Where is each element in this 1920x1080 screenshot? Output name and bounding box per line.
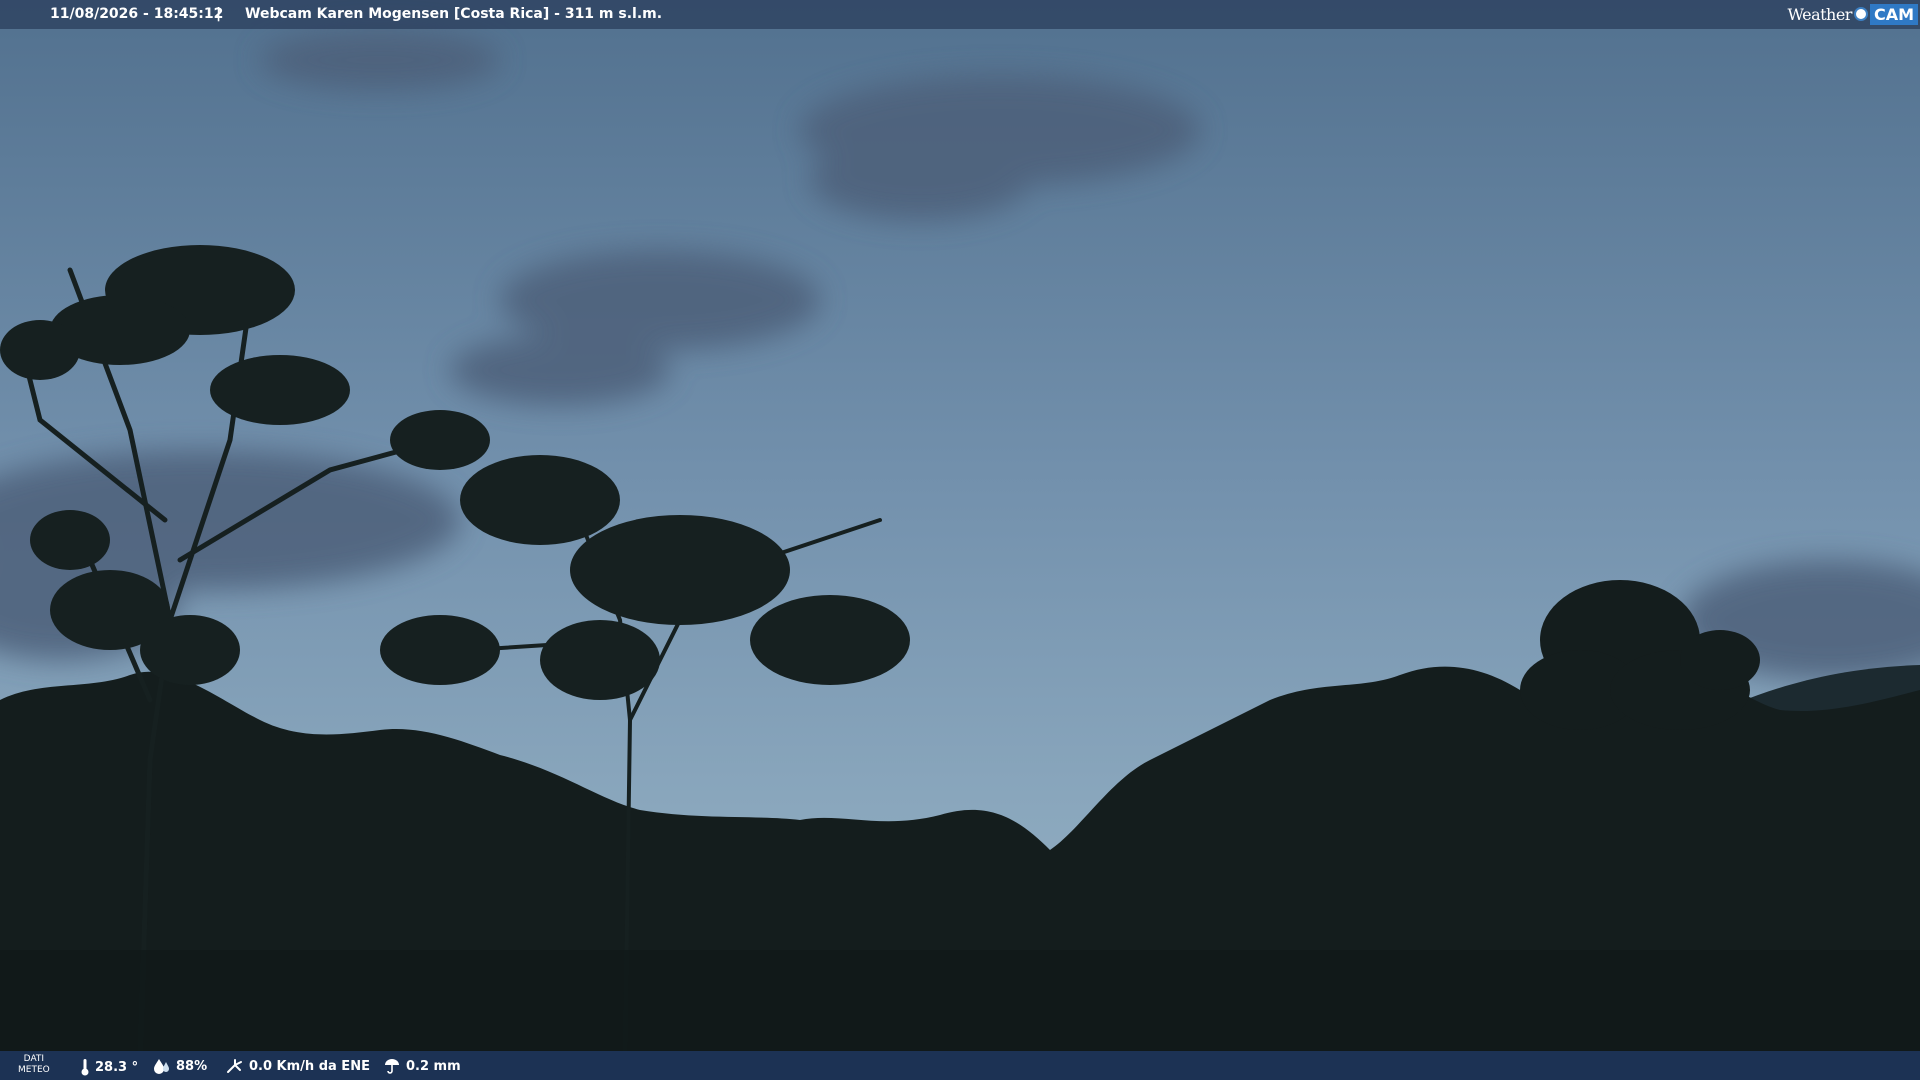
dati-label: DATI — [23, 1054, 45, 1064]
weather-data-bar: DATI METEO 28.3 ° 88% 0.0 Km/h da ENE 0.… — [0, 1051, 1920, 1080]
wind-reading: 0.0 Km/h da ENE — [226, 1058, 370, 1074]
logo-cam-text: CAM — [1869, 3, 1918, 25]
top-info-bar: 11/08/2026 - 18:45:12 | Webcam Karen Mog… — [0, 0, 1920, 29]
rain-reading: 0.2 mm — [383, 1058, 461, 1074]
rain-value: 0.2 mm — [406, 1058, 461, 1074]
weathercam-logo[interactable]: Weather CAM — [1787, 2, 1918, 26]
humidity-reading: 88% — [153, 1058, 207, 1074]
meteo-label: METEO — [18, 1065, 50, 1075]
dati-meteo-label: DATI METEO — [18, 1054, 50, 1076]
title-separator: | — [216, 6, 222, 22]
wind-icon — [226, 1058, 244, 1074]
logo-dot-icon — [1853, 7, 1868, 21]
logo-weather-text: Weather — [1787, 4, 1852, 24]
webcam-title: Webcam Karen Mogensen [Costa Rica] - 311… — [245, 6, 663, 22]
thermometer-icon — [80, 1058, 90, 1076]
temperature-value: 28.3 ° — [95, 1059, 139, 1075]
wind-value: 0.0 Km/h da ENE — [249, 1058, 370, 1074]
timestamp: 11/08/2026 - 18:45:12 — [50, 6, 224, 22]
rain-icon — [383, 1058, 401, 1074]
humidity-value: 88% — [176, 1058, 208, 1074]
webcam-image — [0, 0, 1920, 1080]
humidity-drop-icon — [153, 1058, 171, 1074]
temperature-reading: 28.3 ° — [80, 1058, 138, 1076]
